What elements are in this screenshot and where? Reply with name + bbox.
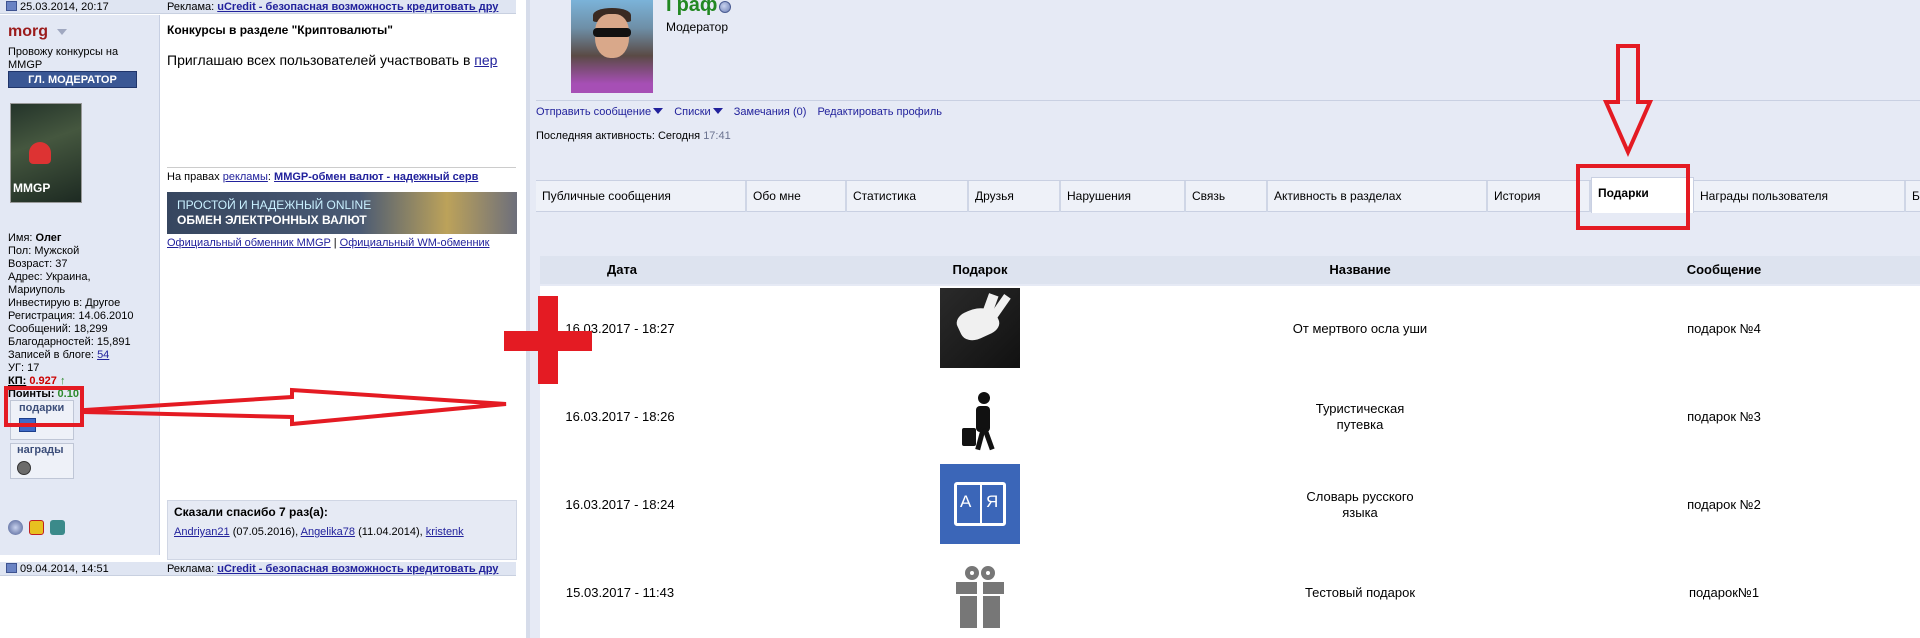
screenshot-root: 25.03.2014, 20:17 Реклама: uCredit - без… [0,0,1920,638]
annotation-plus-vertical [538,296,558,384]
annotation-gifts-tab-highlight-box [1576,164,1690,230]
down-arrow-shape [1602,44,1654,157]
left-arrow-shape [83,387,507,427]
annotation-left-arrow [83,44,1654,427]
